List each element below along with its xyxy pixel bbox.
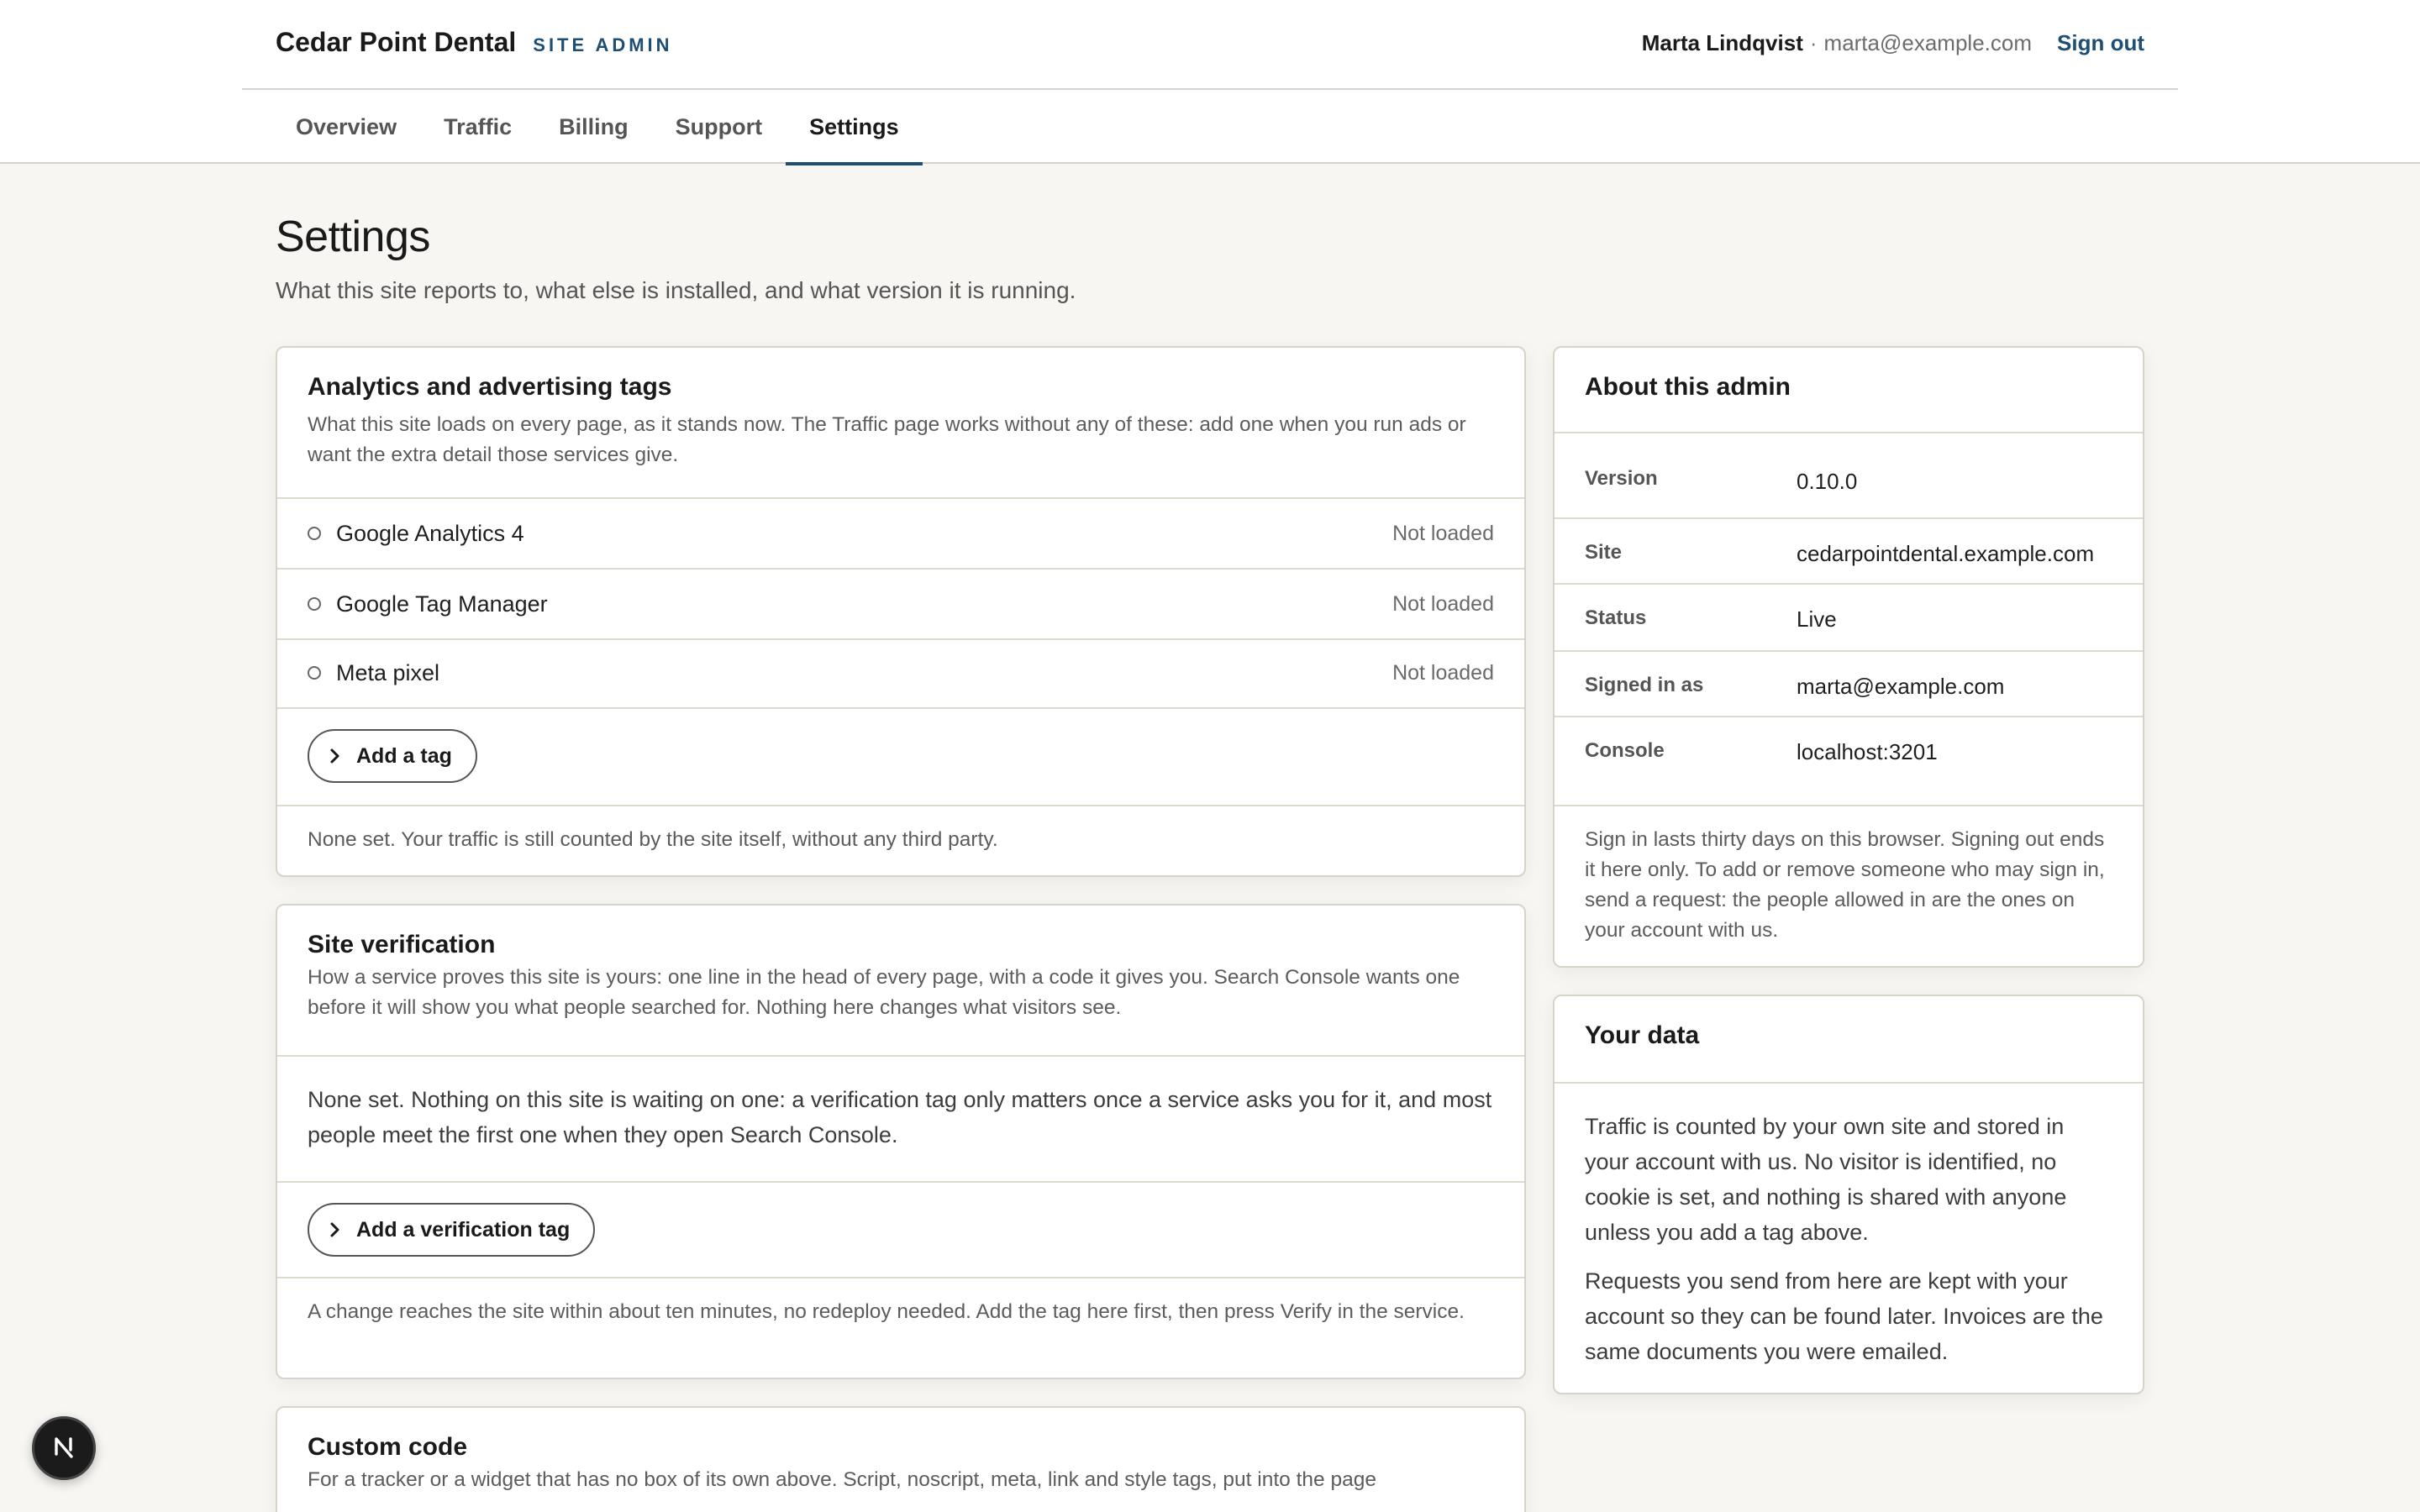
analytics-card-description: What this site loads on every page, as i… (308, 413, 1466, 466)
user-email: marta@example.com (1823, 30, 2033, 55)
page-subtitle: What this site reports to, what else is … (276, 277, 1076, 303)
info-label: Signed in as (1585, 674, 1704, 696)
tag-row-gtm: Google Tag Manager Not loaded (277, 570, 1524, 638)
info-label: Console (1585, 739, 1665, 762)
status-dot-icon (308, 597, 321, 611)
page-title: Settings (276, 213, 430, 261)
divider (277, 1181, 1524, 1183)
nextjs-icon (49, 1431, 79, 1466)
about-admin-card: About this admin Version 0.10.0 Site ced… (1553, 346, 2144, 968)
divider (277, 1055, 1524, 1057)
info-value: Live (1797, 606, 1837, 632)
brand-tag: SITE ADMIN (533, 34, 673, 55)
tag-status: Not loaded (1392, 521, 1494, 545)
tag-name: Google Analytics 4 (336, 520, 524, 546)
info-label: Version (1585, 467, 1658, 490)
tab-overview[interactable]: Overview (272, 90, 420, 164)
tag-status: Not loaded (1392, 591, 1494, 616)
custom-code-card: Custom code For a tracker or a widget th… (276, 1406, 1526, 1512)
nextjs-dev-badge[interactable] (32, 1416, 96, 1480)
tab-billing[interactable]: Billing (535, 90, 652, 164)
chevron-right-icon (329, 1221, 341, 1238)
verification-footer-note: A change reaches the site within about t… (308, 1300, 1465, 1323)
status-dot-icon (308, 666, 321, 680)
your-data-paragraph-2: Requests you send from here are kept wit… (1585, 1268, 2103, 1364)
info-value: 0.10.0 (1797, 469, 1858, 494)
info-value: marta@example.com (1797, 674, 2005, 699)
divider (277, 805, 1524, 806)
add-verification-tag-label: Add a verification tag (356, 1217, 571, 1242)
your-data-card-title: Your data (1585, 1021, 1700, 1049)
about-note: Sign in lasts thirty days on this browse… (1585, 828, 2105, 942)
header-row: Cedar Point Dental SITE ADMIN Marta Lind… (242, 0, 2178, 90)
chevron-right-icon (329, 748, 341, 764)
brand: Cedar Point Dental SITE ADMIN (276, 27, 673, 58)
your-data-paragraph-1: Traffic is counted by your own site and … (1585, 1114, 2067, 1245)
info-label: Site (1585, 541, 1623, 564)
info-row-signed-in-as: Signed in as marta@example.com (1555, 652, 2143, 717)
analytics-tags-card: Analytics and advertising tags What this… (276, 346, 1526, 877)
info-row-site: Site cedarpointdental.example.com (1555, 519, 2143, 585)
tab-traffic[interactable]: Traffic (420, 90, 535, 164)
add-tag-button[interactable]: Add a tag (308, 729, 477, 783)
tag-name: Google Tag Manager (336, 591, 548, 617)
main-tabs: Overview Traffic Billing Support Setting… (272, 90, 923, 165)
add-tag-label: Add a tag (356, 743, 452, 768)
tag-name: Meta pixel (336, 659, 440, 685)
divider (1555, 1082, 2143, 1084)
tag-row-ga4: Google Analytics 4 Not loaded (277, 499, 1524, 568)
tab-support[interactable]: Support (652, 90, 786, 164)
info-row-version: Version 0.10.0 (1555, 457, 2143, 522)
verification-card-description: How a service proves this site is yours:… (308, 966, 1460, 1019)
verification-card-title: Site verification (308, 931, 496, 958)
tag-status: Not loaded (1392, 660, 1494, 685)
custom-code-card-title: Custom code (308, 1433, 468, 1461)
user-separator: · (1809, 30, 1818, 55)
analytics-card-title: Analytics and advertising tags (308, 373, 672, 401)
site-verification-card: Site verification How a service proves t… (276, 904, 1526, 1379)
info-row-console: Console localhost:3201 (1555, 717, 2143, 783)
add-verification-tag-button[interactable]: Add a verification tag (308, 1203, 596, 1257)
tab-settings[interactable]: Settings (786, 90, 923, 165)
about-card-title: About this admin (1585, 373, 1791, 401)
user-area: Marta Lindqvist · marta@example.com Sign… (1642, 30, 2144, 56)
brand-name: Cedar Point Dental (276, 27, 517, 57)
your-data-card: Your data Traffic is counted by your own… (1553, 995, 2144, 1394)
divider (277, 707, 1524, 709)
info-value: localhost:3201 (1797, 739, 1938, 764)
divider (1555, 805, 2143, 806)
analytics-footer-note: None set. Your traffic is still counted … (308, 828, 998, 851)
info-value: cedarpointdental.example.com (1797, 541, 2095, 566)
status-dot-icon (308, 527, 321, 540)
top-bar: Cedar Point Dental SITE ADMIN Marta Lind… (0, 0, 2420, 165)
verification-status-text: None set. Nothing on this site is waitin… (308, 1087, 1492, 1147)
info-row-status: Status Live (1555, 585, 2143, 650)
sign-out-link[interactable]: Sign out (2057, 30, 2144, 56)
user-name: Marta Lindqvist (1641, 30, 1803, 55)
tag-row-meta-pixel: Meta pixel Not loaded (277, 638, 1524, 707)
custom-code-card-description: For a tracker or a widget that has no bo… (308, 1468, 1376, 1491)
divider (277, 1277, 1524, 1278)
divider (1555, 432, 2143, 433)
info-label: Status (1585, 606, 1647, 629)
